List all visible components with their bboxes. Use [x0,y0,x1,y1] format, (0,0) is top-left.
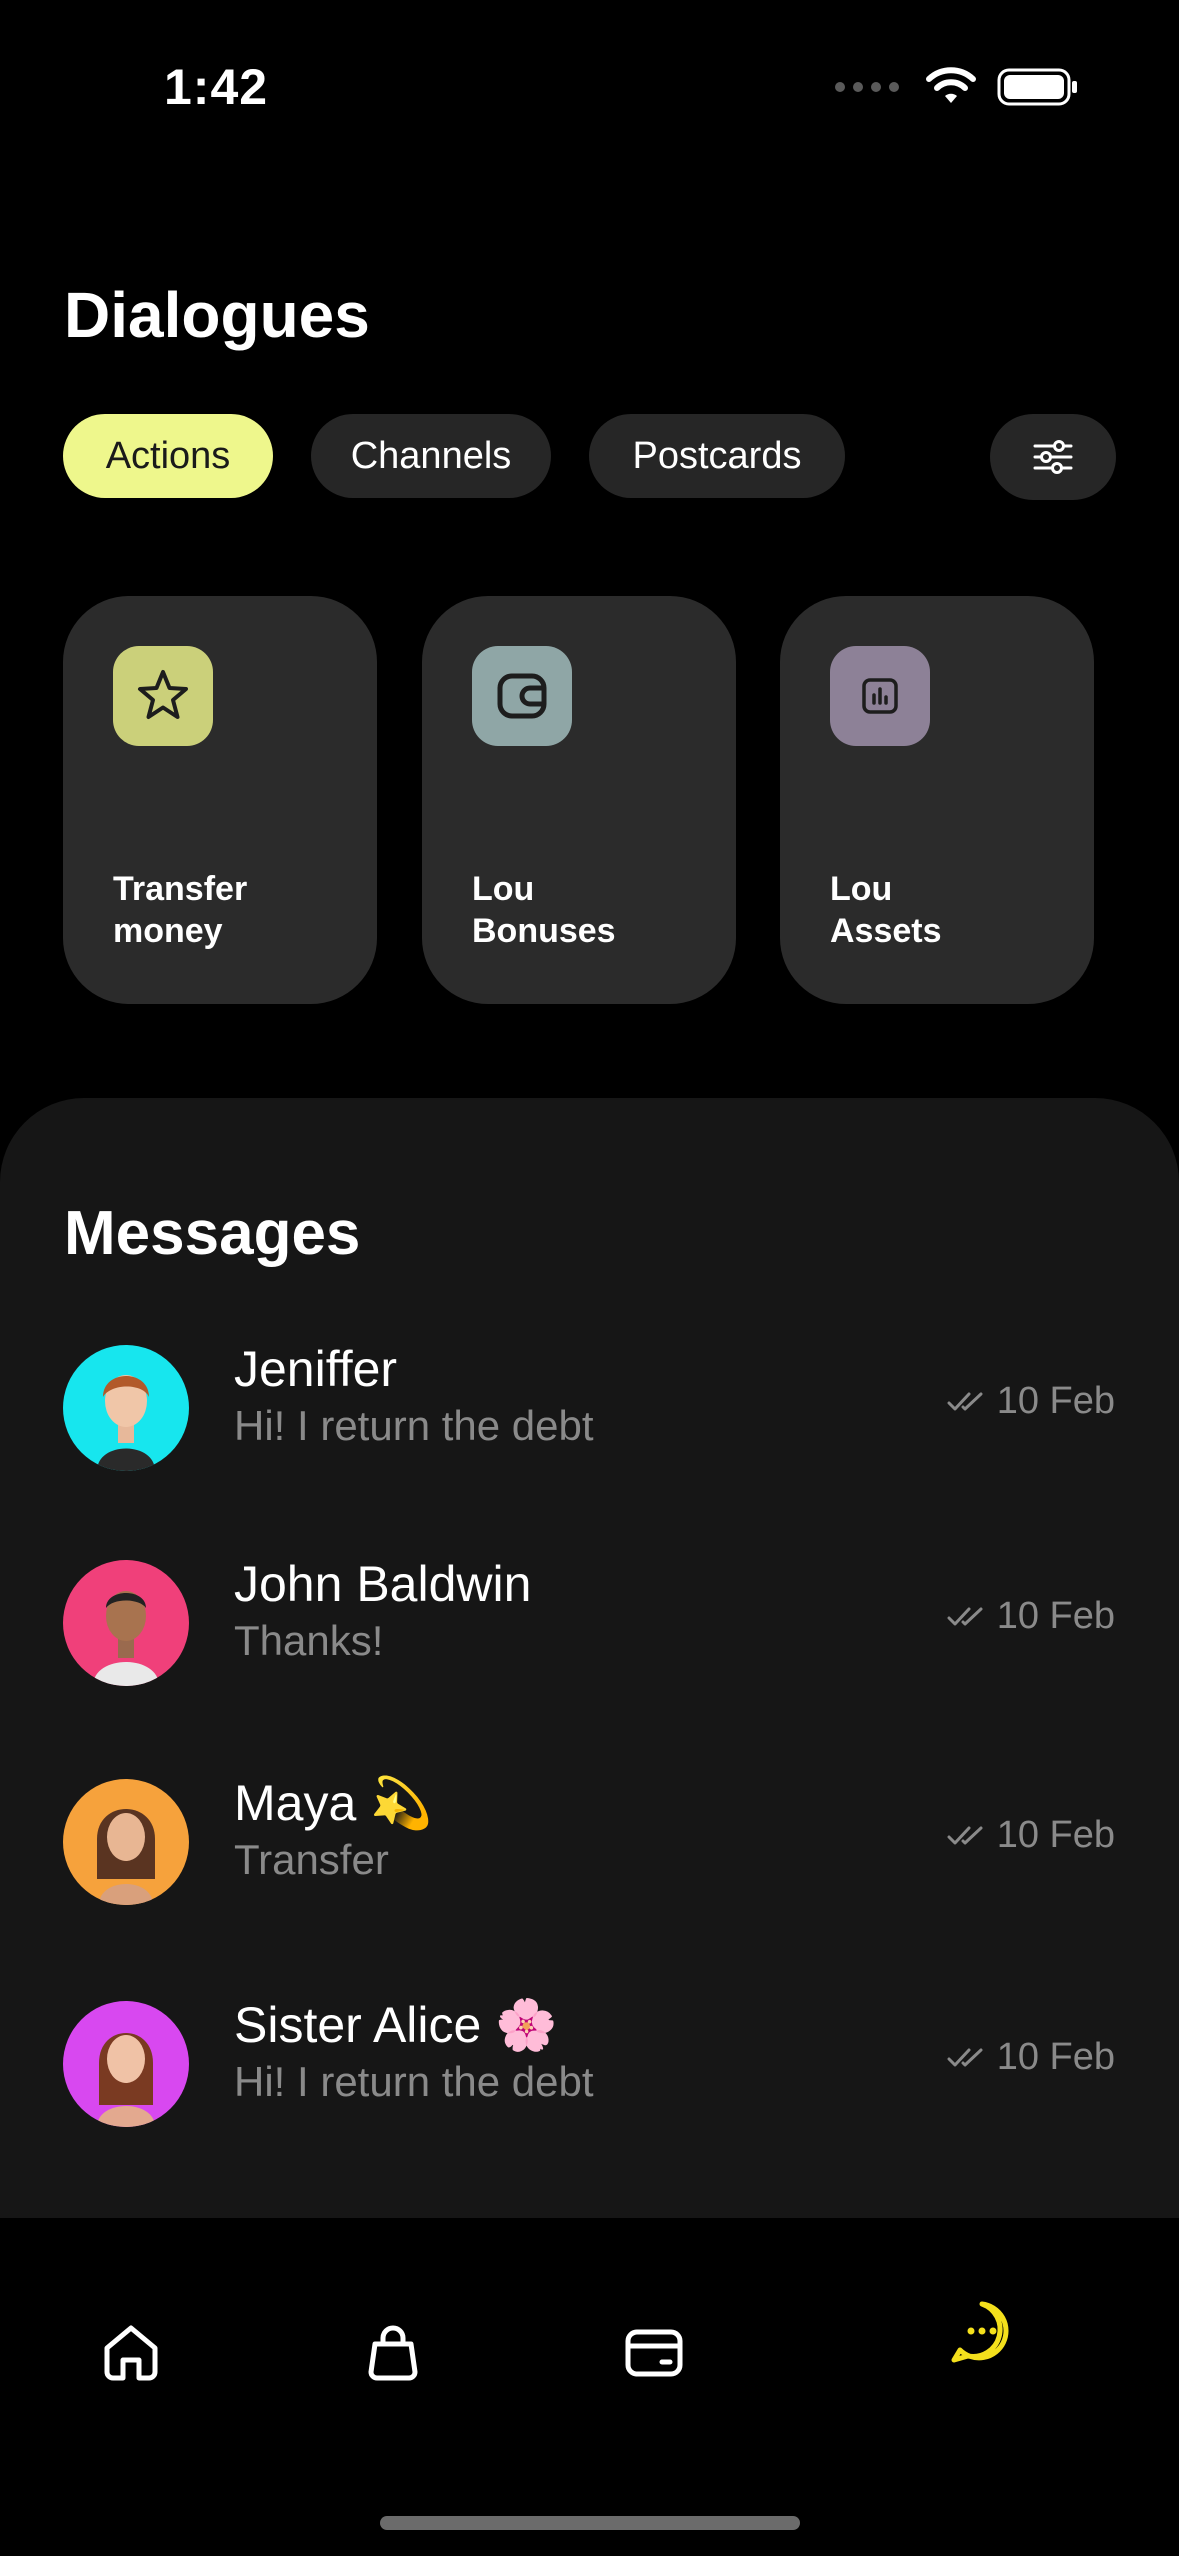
action-card-label: Lou Bonuses [472,870,616,950]
message-meta: 10 Feb [947,1595,1115,1638]
chat-icon [951,2301,1009,2363]
wifi-icon [926,67,976,103]
message-date: 10 Feb [996,2036,1115,2078]
card-icon-tile [472,646,572,746]
action-card-lou-assets[interactable]: Lou Assets [780,596,1094,1004]
message-meta: 10 Feb [947,1380,1115,1423]
message-row[interactable]: John Baldwin Thanks! 10 Feb [0,1541,1179,1701]
person-avatar-icon [97,1375,155,1471]
wallet-icon [625,2329,683,2377]
message-row[interactable]: Jeniffer Hi! I return the debt 10 Feb [0,1326,1179,1486]
messages-title: Messages [64,1199,361,1268]
message-sender-name: John Baldwin [234,1556,532,1612]
message-meta: 10 Feb [947,1814,1115,1857]
bag-icon [368,2325,418,2381]
home-indicator [380,2516,800,2530]
chart-icon [862,678,898,714]
messages-panel: Messages Jeniffer Hi! I return the debt … [0,1098,1179,2218]
message-row[interactable]: Sister Alice 🌸 Hi! I return the debt 10 … [0,1982,1179,2142]
person-avatar-icon [97,1809,155,1905]
message-sender-name: Jeniffer [234,1341,398,1397]
message-preview: Hi! I return the debt [234,2058,594,2105]
avatar [63,1560,189,1686]
battery-icon [997,68,1077,106]
filter-chip-channels[interactable]: Channels [311,414,551,498]
avatar [63,1779,189,1905]
nav-home[interactable] [81,2302,181,2402]
message-sender-name: Sister Alice 🌸 [234,1997,558,2053]
filter-chip-actions[interactable]: Actions [63,414,273,498]
message-row[interactable]: Maya 💫 Transfer 10 Feb [0,1760,1179,1920]
double-check-icon [947,1607,983,1625]
message-preview: Thanks! [234,1617,384,1664]
message-date: 10 Feb [996,1595,1115,1637]
double-check-icon [947,2048,983,2066]
sliders-icon [1033,440,1073,474]
filter-settings-button[interactable] [990,414,1116,500]
message-preview: Transfer [234,1836,389,1883]
action-card-label: Transfer money [113,870,248,950]
wallet-icon [497,673,547,719]
cellular-signal-icon [835,82,899,92]
action-card-label: Lou Assets [830,870,942,950]
nav-shop[interactable] [343,2302,443,2402]
filter-chip-postcards[interactable]: Postcards [589,414,845,498]
avatar [63,1345,189,1471]
card-icon-tile [113,646,213,746]
star-icon [138,670,188,719]
status-bar: 1:42 [0,0,1179,150]
page-title: Dialogues [64,279,370,351]
status-indicators [835,62,1079,112]
double-check-icon [947,1392,983,1410]
avatar [63,2001,189,2127]
message-preview: Hi! I return the debt [234,1402,594,1449]
nav-wallet[interactable] [604,2302,704,2402]
person-avatar-icon [93,1591,159,1686]
message-date: 10 Feb [996,1814,1115,1856]
action-card-transfer-money[interactable]: Transfer money [63,596,377,1004]
bottom-nav [0,2218,1179,2556]
message-meta: 10 Feb [947,2036,1115,2079]
person-avatar-icon [97,2033,155,2127]
double-check-icon [947,1826,983,1844]
home-icon [104,2325,158,2381]
message-sender-name: Maya 💫 [234,1775,433,1831]
status-time: 1:42 [164,59,269,115]
message-date: 10 Feb [996,1380,1115,1422]
action-card-lou-bonuses[interactable]: Lou Bonuses [422,596,736,1004]
card-icon-tile [830,646,930,746]
screen: 1:42 Dialogues Actions Channels Postcard… [0,0,1179,2556]
nav-chat[interactable] [932,2282,1032,2382]
